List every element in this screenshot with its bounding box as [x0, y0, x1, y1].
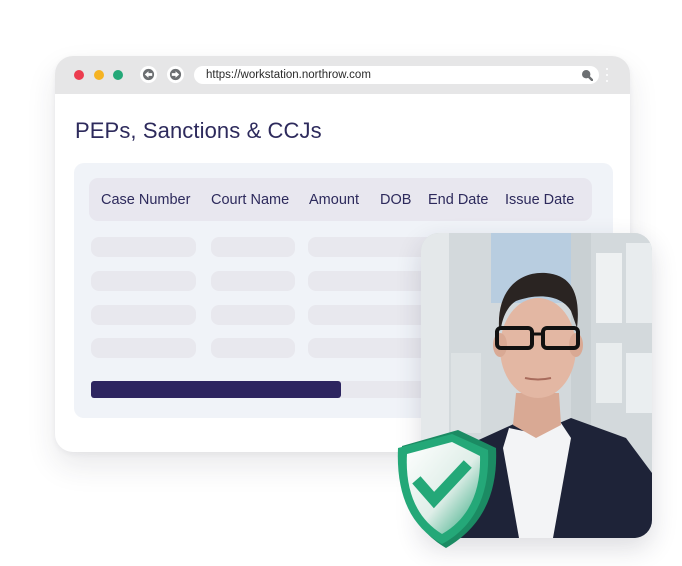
- search-icon[interactable]: [581, 69, 593, 81]
- maximize-window-button[interactable]: [113, 70, 123, 80]
- url-text: https://workstation.northrow.com: [206, 69, 371, 81]
- back-button[interactable]: [140, 66, 157, 83]
- minimize-window-button[interactable]: [94, 70, 104, 80]
- skeleton-cell: [91, 338, 196, 358]
- skeleton-cell: [308, 338, 438, 358]
- column-header-court-name[interactable]: Court Name: [211, 192, 289, 208]
- kebab-menu-icon[interactable]: [605, 68, 609, 84]
- forward-button[interactable]: [167, 66, 184, 83]
- skeleton-cell: [211, 237, 295, 257]
- shield-check-icon: [397, 430, 497, 548]
- skeleton-cell: [211, 305, 295, 325]
- skeleton-cell: [308, 305, 438, 325]
- back-arrow-icon: [142, 68, 155, 81]
- skeleton-cell: [211, 271, 295, 291]
- skeleton-cell: [211, 338, 295, 358]
- skeleton-cell: [308, 237, 438, 257]
- close-window-button[interactable]: [74, 70, 84, 80]
- progress-fill: [91, 381, 341, 398]
- column-header-dob[interactable]: DOB: [380, 192, 411, 208]
- page-title: PEPs, Sanctions & CCJs: [75, 118, 322, 143]
- skeleton-cell: [91, 237, 196, 257]
- forward-arrow-icon: [169, 68, 182, 81]
- column-header-issue-date[interactable]: Issue Date: [505, 192, 574, 208]
- skeleton-cell: [308, 271, 438, 291]
- skeleton-cell: [91, 271, 196, 291]
- table-header: Case Number Court Name Amount DOB End Da…: [89, 178, 592, 221]
- browser-titlebar: https://workstation.northrow.com: [55, 56, 630, 94]
- address-bar[interactable]: https://workstation.northrow.com: [194, 66, 599, 84]
- skeleton-cell: [91, 305, 196, 325]
- column-header-amount[interactable]: Amount: [309, 192, 359, 208]
- column-header-case-number[interactable]: Case Number: [101, 192, 190, 208]
- column-header-end-date[interactable]: End Date: [428, 192, 488, 208]
